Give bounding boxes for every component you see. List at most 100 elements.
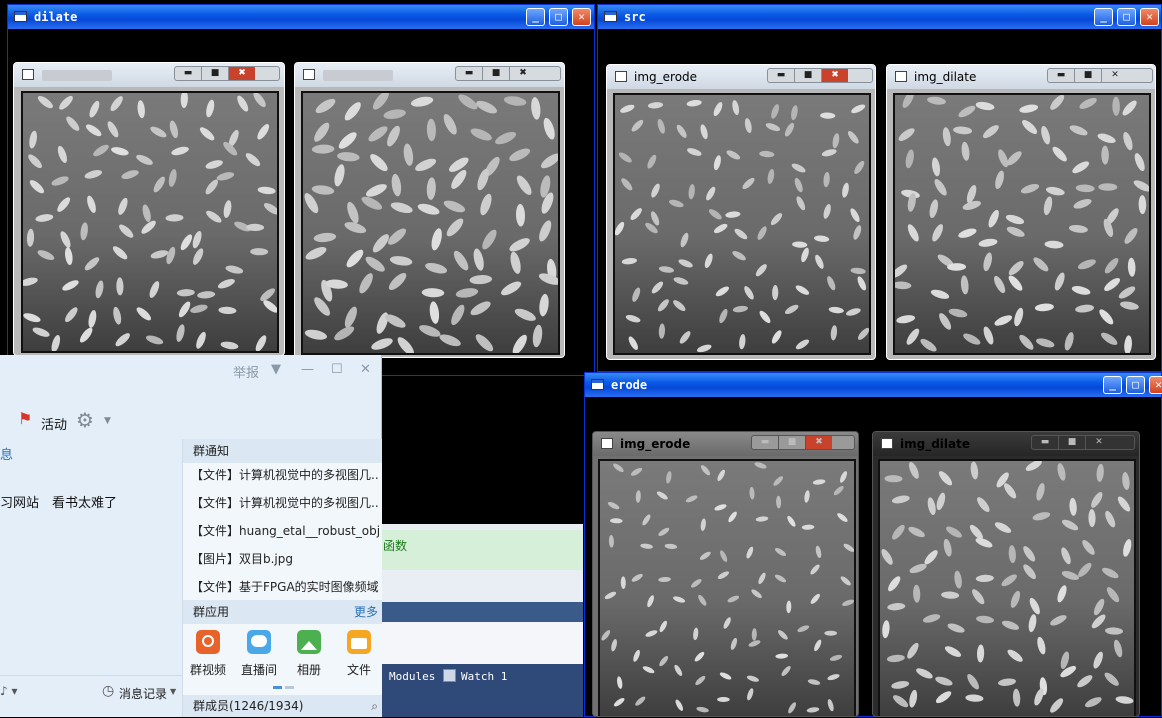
maximize-button[interactable]: ■ bbox=[795, 69, 822, 82]
message-line: 习网站 看书太难了 bbox=[0, 496, 118, 511]
close-button[interactable]: ✖ bbox=[806, 436, 832, 449]
close-button[interactable]: ✖ bbox=[822, 69, 848, 82]
maximize-button[interactable]: ■ bbox=[202, 67, 229, 80]
close-button[interactable]: ✕ bbox=[1086, 436, 1112, 449]
minimize-button[interactable]: _ bbox=[1103, 376, 1122, 394]
vs-code-text: 函数 bbox=[383, 539, 408, 553]
subwindow-controls[interactable]: ▬ ■ ✖ bbox=[767, 68, 873, 83]
minimize-button[interactable]: _ bbox=[1094, 8, 1113, 26]
chevron-down-icon[interactable]: ▼ bbox=[104, 416, 111, 426]
subwindow-title: img_erode bbox=[634, 70, 698, 84]
notice-item[interactable]: 【图片】双目b.jpg bbox=[191, 550, 379, 567]
close-button[interactable]: ✕ bbox=[572, 8, 591, 26]
maximize-button[interactable]: □ bbox=[1126, 376, 1145, 394]
window-icon bbox=[601, 438, 613, 449]
subwindow-title: img_erode bbox=[620, 437, 691, 451]
folder-icon[interactable] bbox=[347, 630, 371, 654]
maximize-button[interactable]: □ bbox=[1117, 8, 1136, 26]
subwindow-controls[interactable]: ▬ ■ ✕ bbox=[1047, 68, 1153, 83]
maximize-button[interactable]: ■ bbox=[779, 436, 806, 449]
gear-icon[interactable]: ⚙ bbox=[76, 408, 94, 432]
notice-item[interactable]: 【文件】计算机视觉中的多视图几... bbox=[191, 466, 379, 483]
subwindow-controls[interactable]: ▬ ■ ✖ bbox=[455, 66, 561, 81]
window-icon bbox=[881, 438, 893, 449]
src-img-erode-window[interactable]: img_erode ▬ ■ ✖ bbox=[606, 64, 876, 360]
subwindow-titlebar[interactable]: img_erode ▬ ■ ✖ bbox=[593, 432, 858, 456]
app-label: 直播间 bbox=[240, 663, 277, 677]
subwindow-controls[interactable]: ▬ ■ ✖ bbox=[174, 66, 280, 81]
history-button[interactable]: 消息记录 bbox=[119, 685, 167, 702]
more-link[interactable]: 更多 bbox=[354, 600, 378, 624]
dilate-subwindow-1[interactable]: ▬ ■ ✖ bbox=[13, 62, 285, 356]
close-button[interactable]: ✕ bbox=[1149, 376, 1162, 394]
maximize-button[interactable]: ■ bbox=[1075, 69, 1102, 82]
page-indicator bbox=[273, 686, 282, 689]
erode-titlebar[interactable]: erode _ □ ✕ bbox=[585, 373, 1162, 397]
activity-button[interactable]: 活动 bbox=[41, 414, 67, 433]
minimize-button[interactable]: ▬ bbox=[456, 67, 483, 80]
notice-item[interactable]: 【文件】计算机视觉中的多视图几... bbox=[191, 494, 379, 511]
close-button[interactable]: ✕ bbox=[1102, 69, 1128, 82]
album-icon[interactable] bbox=[297, 630, 321, 654]
maximize-button[interactable]: ■ bbox=[483, 67, 510, 80]
minimize-button[interactable]: ▬ bbox=[768, 69, 795, 82]
rice-image bbox=[878, 459, 1136, 716]
close-button[interactable]: ✖ bbox=[510, 67, 536, 80]
erode-img-dilate-window[interactable]: img_dilate ▬ ■ ✕ bbox=[872, 431, 1140, 717]
vs-code-panel[interactable]: 函数 bbox=[381, 530, 583, 570]
subwindow-titlebar[interactable]: ▬ ■ ✖ bbox=[14, 63, 284, 87]
live-icon[interactable] bbox=[247, 630, 271, 654]
rice-image bbox=[598, 459, 856, 716]
close-button[interactable]: ✖ bbox=[229, 67, 255, 80]
minimize-button[interactable]: ▬ bbox=[1048, 69, 1075, 82]
chevron-down-icon[interactable]: ▼ bbox=[170, 687, 176, 696]
src-title: src bbox=[624, 10, 646, 24]
qq-group-panel[interactable]: 举报 ▼ — ☐ ✕ ⚑ 活动 ⚙ ▼ 息 习网站 看书太难了 ♪ ▾ ◷ 消息… bbox=[0, 355, 382, 717]
close-button[interactable]: ✕ bbox=[1140, 8, 1159, 26]
window-icon bbox=[303, 69, 315, 80]
rice-image bbox=[21, 91, 279, 353]
src-img-dilate-window[interactable]: img_dilate ▬ ■ ✕ bbox=[886, 64, 1156, 360]
window-icon bbox=[895, 71, 907, 82]
vs-tab-modules[interactable]: Modules bbox=[389, 670, 435, 683]
maximize-button[interactable]: ■ bbox=[1059, 436, 1086, 449]
dilate-subwindow-2[interactable]: ▬ ■ ✖ bbox=[294, 62, 565, 358]
minimize-button[interactable]: _ bbox=[526, 8, 545, 26]
minimize-button[interactable]: ▬ bbox=[175, 67, 202, 80]
members-header[interactable]: 群成员(1246/1934) ⌕ bbox=[183, 695, 382, 717]
erode-title: erode bbox=[611, 378, 648, 392]
search-icon[interactable]: ⌕ bbox=[371, 695, 378, 717]
maximize-button[interactable]: ☐ bbox=[331, 362, 343, 377]
minimize-button[interactable]: ▬ bbox=[752, 436, 779, 449]
subwindow-titlebar[interactable]: img_dilate ▬ ■ ✕ bbox=[873, 432, 1139, 456]
blurred-title bbox=[42, 70, 112, 81]
notice-item[interactable]: 【文件】基于FPGA的实时图像频域... bbox=[191, 578, 379, 595]
clock-icon: ◷ bbox=[102, 683, 115, 699]
vs-tabbar: Modules Watch 1 bbox=[381, 664, 583, 717]
subwindow-titlebar[interactable]: img_dilate ▬ ■ ✕ bbox=[887, 65, 1155, 89]
subwindow-titlebar[interactable]: ▬ ■ ✖ bbox=[295, 63, 564, 87]
maximize-button[interactable]: □ bbox=[549, 8, 568, 26]
apps-header: 群应用 更多 bbox=[183, 600, 382, 624]
notice-header-label: 群通知 bbox=[193, 444, 230, 458]
app-label: 文件 bbox=[346, 663, 371, 677]
report-link[interactable]: 举报 bbox=[233, 362, 259, 381]
subwindow-controls[interactable]: ▬ ■ ✕ bbox=[1031, 435, 1135, 450]
watch-icon bbox=[443, 669, 456, 682]
window-icon bbox=[591, 379, 604, 390]
minimize-button[interactable]: — bbox=[301, 362, 314, 377]
minimize-button[interactable]: ▬ bbox=[1032, 436, 1059, 449]
video-icon[interactable] bbox=[196, 630, 220, 654]
src-titlebar[interactable]: src _ □ ✕ bbox=[598, 5, 1161, 29]
notice-item[interactable]: 【文件】huang_etal__robust_object... bbox=[191, 522, 379, 539]
dilate-titlebar[interactable]: dilate _ □ ✕ bbox=[8, 5, 594, 29]
erode-img-erode-window[interactable]: img_erode ▬ ■ ✖ bbox=[592, 431, 859, 717]
subwindow-controls[interactable]: ▬ ■ ✖ bbox=[751, 435, 855, 450]
dropdown-icon[interactable]: ▼ bbox=[271, 362, 281, 377]
subwindow-titlebar[interactable]: img_erode ▬ ■ ✖ bbox=[607, 65, 875, 89]
vs-tab-watch[interactable]: Watch 1 bbox=[461, 670, 507, 683]
close-button[interactable]: ✕ bbox=[360, 362, 371, 377]
notice-header: 群通知 bbox=[183, 439, 382, 463]
music-icon[interactable]: ♪ ▾ bbox=[0, 684, 18, 698]
vs-editor-strip: 函数 Modules Watch 1 bbox=[381, 524, 583, 717]
